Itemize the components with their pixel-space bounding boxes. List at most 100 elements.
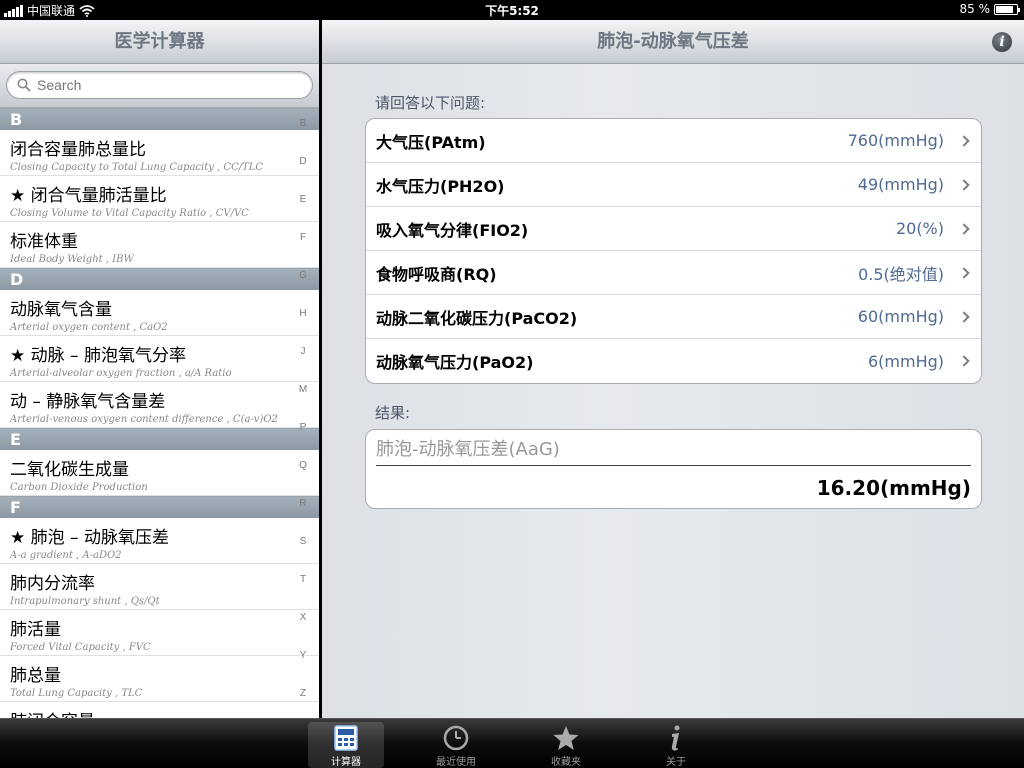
calculator-list: B 闭合容量肺总量比 Closing Capacity to Total Lung … [0,108,319,718]
list-item[interactable]: 肺内分流率 Intrapulmonary shunt , Qs/Qt [0,564,319,610]
tab-recent[interactable]: 最近使用 [418,722,494,768]
index-letter[interactable]: Z [293,688,313,699]
index-letter[interactable]: X [293,612,313,623]
input-row[interactable]: 吸入氧气分律(FIO2) 20(%) [366,207,981,251]
index-letter[interactable]: J [293,346,313,357]
index-letter[interactable]: T [293,574,313,585]
list-item[interactable]: 肺活量 Forced Vital Capacity , FVC [0,610,319,656]
tab-calculator-label: 计算器 [331,757,361,768]
clock-icon [443,725,469,751]
index-letter[interactable]: E [293,194,313,205]
tab-recent-label: 最近使用 [436,757,476,768]
tab-favorites[interactable]: 收藏夹 [528,722,604,768]
result-label: 结果: [375,404,411,422]
list-item[interactable]: 标准体重 Ideal Body Weight , IBW [0,222,319,268]
list-item[interactable]: 动脉氧气含量 Arterial oxygen content , CaO2 [0,290,319,336]
list-item-title: ★ 闭合气量肺活量比 [10,186,167,206]
list-item[interactable]: ★ 肺泡 – 动脉氧压差 A-a gradient , A-aDO2 [0,518,319,564]
section-header: F [0,496,319,518]
result-value: 16.20(mmHg) [816,476,971,500]
input-row[interactable]: 大气压(PAtm) 760(mmHg) [366,119,981,163]
index-letter[interactable]: B [293,118,313,129]
input-value: 6(mmHg) [867,351,944,371]
tab-calculator[interactable]: 计算器 [308,722,384,768]
status-right: 85 % [959,2,1020,16]
result-name: 肺泡-动脉氧压差(AaG) [376,436,971,466]
list-item-title: 肺内分流率 [10,574,95,594]
list-item[interactable]: 二氧化碳生成量 Carbon Dioxide Production [0,450,319,496]
index-letter[interactable]: Y [293,650,313,661]
list-item-title: 闭合容量肺总量比 [10,140,146,160]
detail-pane: 肺泡-动脉氧气压差 i 请回答以下问题: 大气压(PAtm) 760(mmHg) 水… [322,20,1024,718]
chevron-right-icon [958,266,970,279]
search-input[interactable] [37,77,287,93]
section-header: B [0,108,319,130]
input-value: 49(mmHg) [857,175,944,194]
section-header: D [0,268,319,290]
list-item[interactable]: ★ 闭合气量肺活量比 Closing Volume to Vital Capaci… [0,176,319,222]
search-icon [17,78,31,92]
input-label: 动脉氧气压力(PaO2) [376,353,534,372]
list-item-subtitle: Ideal Body Weight , IBW [10,254,134,265]
info-icon [671,725,680,751]
tab-about[interactable]: 关于 [638,722,714,768]
index-letter[interactable]: R [293,498,313,509]
battery-percent: 85 % [959,2,991,16]
input-row[interactable]: 水气压力(PH2O) 49(mmHg) [366,163,981,207]
list-item-title: 肺总量 [10,666,61,686]
list-item-subtitle: Closing Capacity to Total Lung Capacity … [10,162,264,173]
list-item[interactable]: 闭合容量肺总量比 Closing Capacity to Total Lung C… [0,130,319,176]
index-letter[interactable]: S [293,536,313,547]
list-item-title: 二氧化碳生成量 [10,460,129,480]
input-row[interactable]: 动脉二氧化碳压力(PaCO2) 60(mmHg) [366,295,981,339]
info-button-icon[interactable]: i [992,32,1012,52]
input-label: 吸入氧气分律(FIO2) [376,220,529,240]
battery-icon [994,3,1020,15]
list-item-title: 动 – 静脉氧气含量差 [10,392,166,412]
list-item-title: 肺活量 [10,620,61,640]
list-item[interactable]: 肺闭合容量 [0,702,319,718]
list-item-title: 动脉氧气含量 [10,300,112,320]
index-letter[interactable]: F [293,232,313,243]
list-item-subtitle: Total Lung Capacity , TLC [10,688,143,699]
chevron-right-icon [958,355,970,367]
index-letter[interactable]: G [293,270,313,281]
list-item[interactable]: 动 – 静脉氧气含量差 Arterial-venous oxygen conten… [0,382,319,428]
input-label: 大气压(PAtm) [376,132,486,152]
tab-about-label: 关于 [666,757,686,768]
list-item[interactable]: 肺总量 Total Lung Capacity , TLC [0,656,319,702]
input-row[interactable]: 动脉氧气压力(PaO2) 6(mmHg) [366,339,981,383]
list-item-title: 肺闭合容量 [10,707,309,718]
input-value: 60(mmHg) [857,307,944,326]
section-index[interactable]: B D E F G H J M P Q R S T X Y Z [293,108,313,718]
list-item-subtitle: A-a gradient , A-aDO2 [10,550,122,561]
list-item-subtitle: Forced Vital Capacity , FVC [10,642,151,653]
calculator-icon [334,725,358,751]
tab-favorites-label: 收藏夹 [551,757,581,768]
list-item-subtitle: Arterial oxygen content , CaO2 [10,322,168,333]
index-letter[interactable]: P [293,422,313,433]
list-item-subtitle: Carbon Dioxide Production [10,482,148,493]
master-nav-title: 医学计算器 [0,20,319,64]
input-group: 大气压(PAtm) 760(mmHg) 水气压力(PH2O) 49(mmHg) 吸入氧气… [365,118,982,384]
list-item-subtitle: Intrapulmonary shunt , Qs/Qt [10,596,160,607]
list-item-subtitle: Closing Volume to Vital Capacity Ratio ,… [10,208,249,219]
status-time: 下午5:52 [485,4,539,18]
questions-label: 请回答以下问题: [375,94,486,112]
search-bar [0,64,319,108]
list-item-title: 标准体重 [10,232,78,252]
index-letter[interactable]: D [293,156,313,167]
list-item[interactable]: ★ 动脉 – 肺泡氧气分率 Arterial-alveolar oxygen fr… [0,336,319,382]
tab-bar: 计算器 最近使用 收藏夹 关于 [0,718,1024,768]
index-letter[interactable]: M [293,384,313,395]
list-item-subtitle: Arterial-alveolar oxygen fraction , a/A … [10,368,232,379]
index-letter[interactable]: Q [293,460,313,471]
input-value: 20(%) [895,219,944,238]
index-letter[interactable]: H [293,308,313,319]
input-row[interactable]: 食物呼吸商(RQ) 0.5(绝对值) [366,251,981,295]
search-field[interactable] [6,71,313,99]
chevron-right-icon [958,222,970,235]
list-item-title: ★ 动脉 – 肺泡氧气分率 [10,346,186,366]
input-label: 食物呼吸商(RQ) [376,264,497,284]
chevron-right-icon [958,134,970,147]
